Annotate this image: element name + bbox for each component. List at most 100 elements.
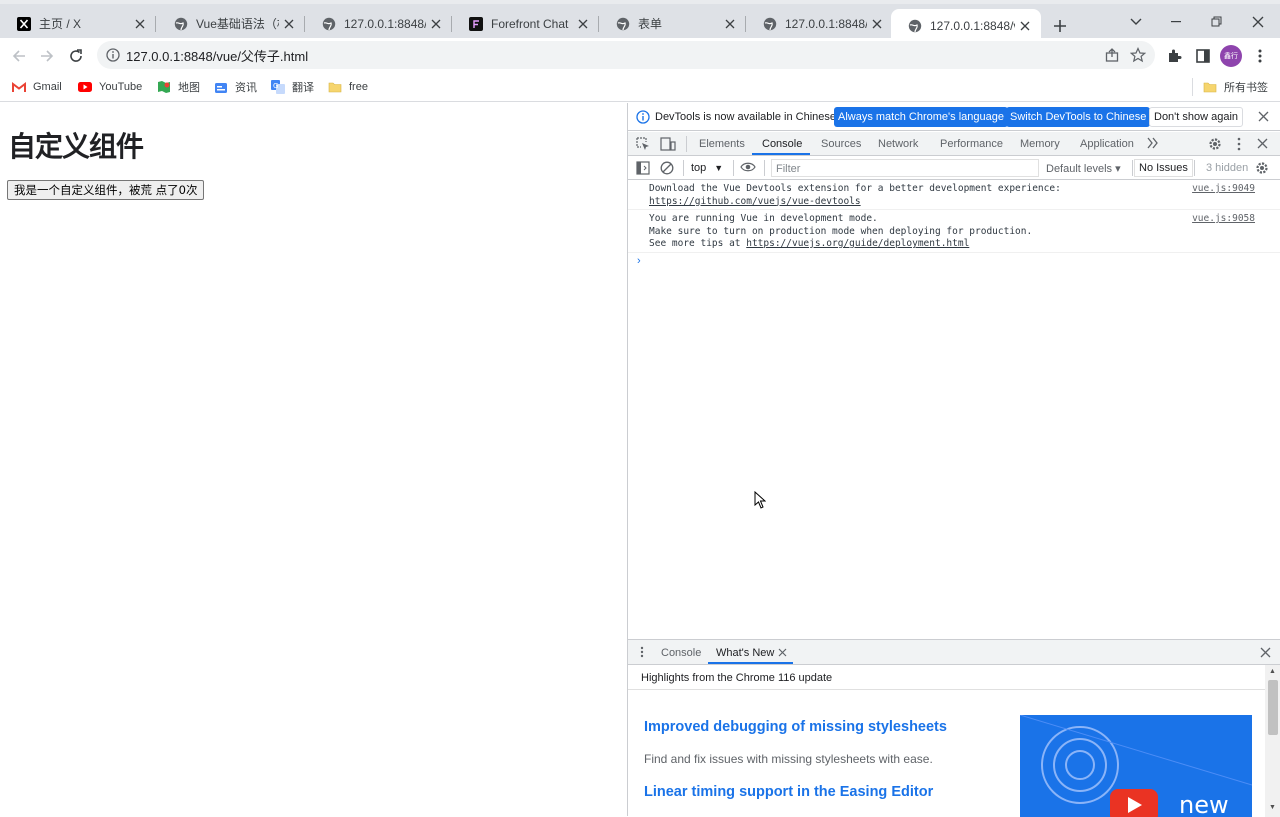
live-expression-eye-icon[interactable] — [740, 161, 756, 176]
console-prompt[interactable]: › — [637, 255, 641, 267]
whats-new-subtitle: Highlights from the Chrome 116 update — [628, 665, 1265, 690]
close-tab-icon[interactable] — [426, 14, 446, 34]
tab-console[interactable]: Console — [762, 138, 802, 150]
whats-new-item-title[interactable]: Improved debugging of missing stylesheet… — [644, 719, 947, 735]
drawer-tab-whats-new[interactable]: What's New — [716, 647, 774, 659]
whats-new-item-title[interactable]: Linear timing support in the Easing Edit… — [644, 784, 933, 800]
close-window-button[interactable] — [1238, 8, 1278, 36]
tab-network[interactable]: Network — [878, 138, 918, 150]
info-icon[interactable] — [106, 48, 120, 67]
tab-performance[interactable]: Performance — [940, 138, 1003, 150]
maps-icon — [157, 80, 171, 94]
device-toolbar-icon[interactable] — [660, 137, 676, 154]
tab-sources[interactable]: Sources — [821, 138, 861, 150]
browser-tab-6[interactable]: 127.0.0.1:8848/vu — [746, 9, 893, 38]
address-bar[interactable]: 127.0.0.1:8848/vue/父传子.html — [97, 41, 1155, 69]
browser-tab-1[interactable]: 主页 / X — [0, 9, 156, 38]
close-tab-icon[interactable] — [867, 14, 887, 34]
close-drawer-icon[interactable] — [1260, 647, 1271, 661]
issues-button[interactable]: No Issues — [1134, 159, 1193, 177]
always-match-language-button[interactable]: Always match Chrome's language — [834, 107, 1008, 127]
scrollbar-thumb[interactable] — [1268, 680, 1278, 735]
more-tabs-icon[interactable] — [1147, 137, 1159, 152]
restore-button[interactable] — [1197, 8, 1237, 36]
tab-title: 表单 — [638, 17, 663, 31]
bookmark-folder-free[interactable]: free — [328, 78, 368, 96]
close-tab-icon[interactable] — [573, 14, 593, 34]
switch-to-chinese-button[interactable]: Switch DevTools to Chinese — [1006, 107, 1151, 127]
browser-tab-4[interactable]: Forefront Chat — [452, 9, 599, 38]
active-tab-indicator — [708, 662, 793, 664]
close-devtools-icon[interactable] — [1257, 138, 1268, 152]
bookmark-label: 翻译 — [292, 82, 314, 94]
chrome-menu-icon[interactable] — [1248, 44, 1272, 68]
clear-console-icon[interactable] — [660, 161, 674, 178]
message-link[interactable]: https://github.com/vuejs/vue-devtools — [649, 196, 861, 207]
avatar-initials: 鑫行 — [1220, 45, 1242, 67]
bookmark-translate[interactable]: G 翻译 — [271, 78, 314, 96]
back-button[interactable] — [7, 44, 31, 68]
bookmark-gmail[interactable]: Gmail — [12, 78, 62, 96]
profile-avatar[interactable]: 鑫行 — [1219, 44, 1243, 68]
close-tab-icon[interactable] — [130, 14, 150, 34]
tab-title: Vue基础语法（构文 — [196, 17, 279, 31]
drawer-tab-console[interactable]: Console — [661, 647, 701, 659]
bookmark-youtube[interactable]: YouTube — [78, 78, 142, 96]
toolbar-divider — [764, 160, 765, 176]
devtools-drawer: Console What's New Highlights from the C… — [628, 639, 1280, 817]
message-source-link[interactable]: vue.js:9058 — [1192, 213, 1255, 226]
forward-button[interactable] — [35, 44, 59, 68]
folder-icon — [328, 80, 342, 94]
share-icon[interactable] — [1105, 48, 1119, 67]
reload-button[interactable] — [64, 44, 88, 68]
bookmark-news[interactable]: 资讯 — [214, 78, 257, 96]
bookmark-star-icon[interactable] — [1129, 47, 1147, 68]
page-viewport: 自定义组件 我是一个自定义组件，被荒 点了0次 — [0, 103, 627, 816]
bookmark-label: YouTube — [99, 81, 143, 93]
log-levels-dropdown[interactable]: Default levels ▾ — [1046, 162, 1121, 175]
side-panel-icon[interactable] — [1191, 44, 1215, 68]
scroll-up-icon[interactable]: ▲ — [1269, 668, 1276, 675]
whats-new-item-desc: Find and fix issues with missing stylesh… — [644, 752, 933, 766]
tab-strip: 主页 / X Vue基础语法（构文 127.0.0.1:8848/vu Fore… — [0, 0, 1280, 42]
bookmark-maps[interactable]: 地图 — [157, 78, 200, 96]
dont-show-again-button[interactable]: Don't show again — [1149, 107, 1244, 127]
close-tab-icon[interactable] — [1015, 16, 1035, 36]
drawer-scrollbar[interactable]: ▲ ▼ — [1265, 665, 1280, 817]
tab-application[interactable]: Application — [1080, 138, 1134, 150]
console-filter-input[interactable]: Filter — [771, 159, 1039, 177]
settings-gear-icon[interactable] — [1208, 137, 1222, 154]
browser-toolbar: 127.0.0.1:8848/vue/父传子.html 鑫行 — [0, 38, 1280, 72]
browser-tab-2[interactable]: Vue基础语法（构文 — [157, 9, 305, 38]
message-link[interactable]: https://vuejs.org/guide/deployment.html — [746, 238, 969, 249]
custom-component-button[interactable]: 我是一个自定义组件，被荒 点了0次 — [7, 180, 205, 200]
scroll-down-icon[interactable]: ▼ — [1269, 804, 1276, 811]
all-bookmarks[interactable]: 所有书签 — [1203, 78, 1268, 96]
dropdown-arrow-icon: ▼ — [714, 163, 724, 173]
console-settings-icon[interactable] — [1255, 161, 1269, 178]
browser-tab-5[interactable]: 表单 — [599, 9, 746, 38]
browser-tab-3[interactable]: 127.0.0.1:8848/vu — [305, 9, 452, 38]
tab-search-button[interactable] — [1116, 8, 1156, 36]
extensions-icon[interactable] — [1162, 44, 1186, 68]
close-tab-icon[interactable] — [720, 14, 740, 34]
devtools-menu-icon[interactable] — [1237, 137, 1241, 154]
bookmark-label: 资讯 — [235, 82, 257, 94]
minimize-button[interactable] — [1157, 8, 1197, 36]
message-source-link[interactable]: vue.js:9049 — [1192, 183, 1255, 196]
close-infobar-icon[interactable] — [1258, 111, 1269, 125]
context-selector[interactable]: top ▼ — [691, 162, 723, 174]
whats-new-promo-image[interactable]: new — [1020, 715, 1252, 817]
tab-title: 主页 / X — [39, 17, 82, 31]
mouse-cursor-icon — [754, 490, 767, 514]
inspect-element-icon[interactable] — [636, 137, 650, 154]
info-icon — [636, 110, 650, 127]
drawer-menu-icon[interactable] — [640, 646, 644, 661]
close-whats-new-icon[interactable] — [778, 648, 787, 660]
sidebar-toggle-icon[interactable] — [636, 161, 650, 178]
tab-memory[interactable]: Memory — [1020, 138, 1060, 150]
tab-elements[interactable]: Elements — [699, 138, 745, 150]
new-tab-button[interactable] — [1048, 14, 1072, 38]
close-tab-icon[interactable] — [279, 14, 299, 34]
message-text: See more tips at — [649, 238, 747, 249]
